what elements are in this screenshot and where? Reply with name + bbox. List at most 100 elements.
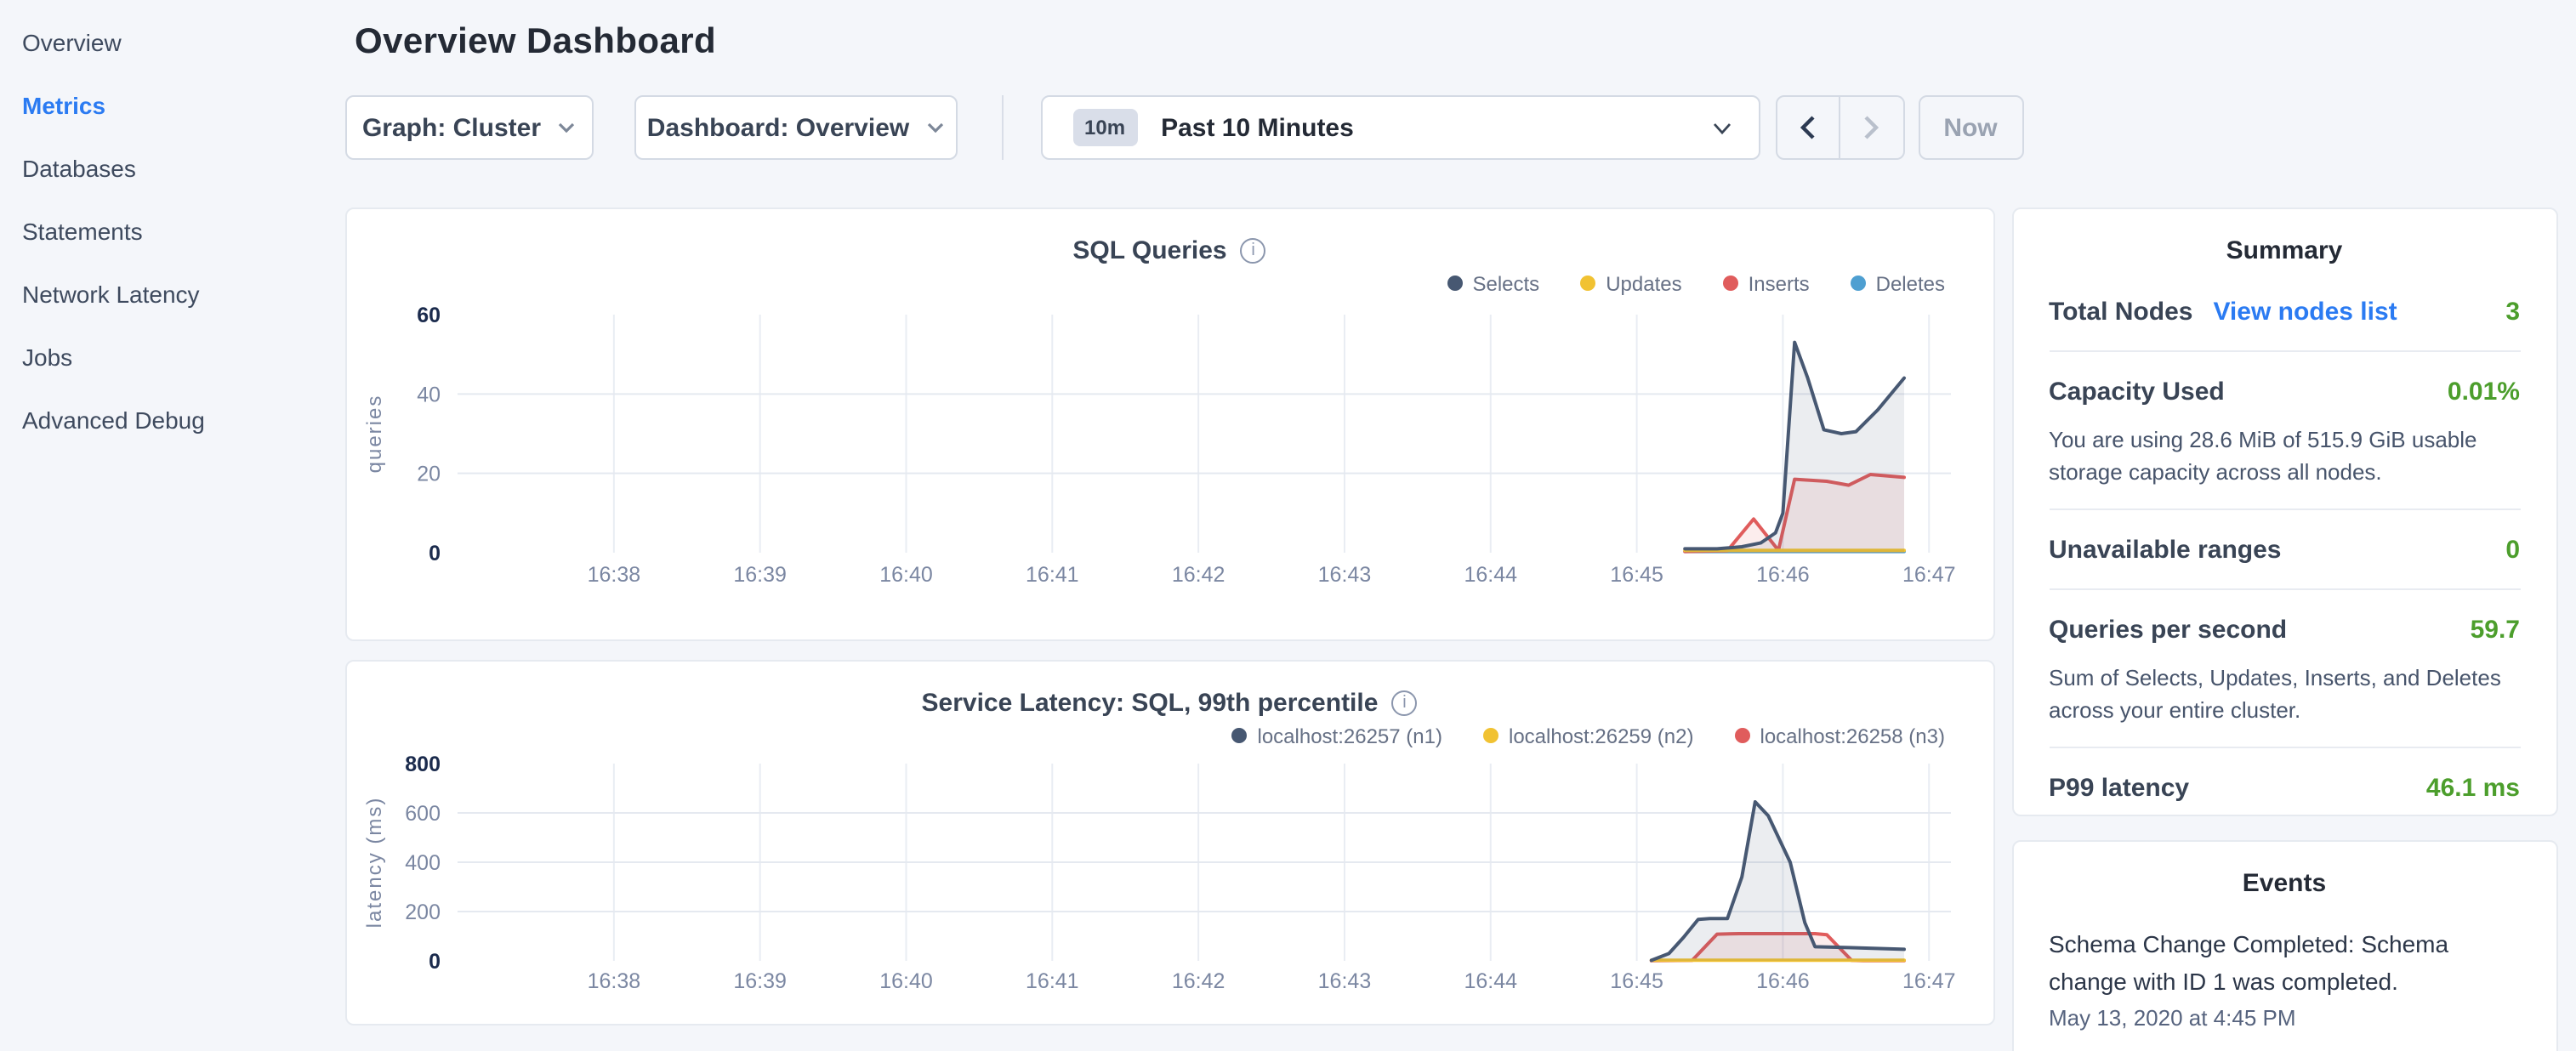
legend-dot: [1580, 276, 1595, 291]
legend-item[interactable]: Inserts: [1723, 271, 1810, 295]
divider: [2049, 350, 2520, 352]
summary-panel: Summary Total Nodes View nodes list 3 Ca…: [2011, 207, 2557, 816]
capacity-used-value: 0.01%: [2448, 377, 2520, 406]
sql-queries-chart: 020406016:3816:3916:4016:4116:4216:4316:…: [346, 298, 1993, 622]
time-prev-button[interactable]: [1775, 95, 1840, 160]
svg-text:16:41: 16:41: [1025, 563, 1078, 587]
svg-text:16:45: 16:45: [1609, 969, 1663, 993]
dashboard-dropdown[interactable]: Dashboard: Overview: [634, 95, 957, 160]
svg-text:400: 400: [404, 851, 440, 875]
svg-text:16:38: 16:38: [587, 969, 640, 993]
legend-item[interactable]: Deletes: [1851, 271, 1945, 295]
sidebar-item-statements[interactable]: Statements: [22, 199, 344, 262]
chevron-down-icon: [558, 122, 575, 133]
svg-text:200: 200: [404, 900, 440, 924]
legend-item[interactable]: Selects: [1447, 271, 1539, 295]
summary-row-total-nodes: Total Nodes View nodes list 3: [2049, 293, 2520, 330]
summary-row-qps: Queries per second 59.7: [2049, 611, 2520, 648]
svg-text:16:38: 16:38: [587, 563, 640, 587]
toolbar-divider: [1001, 95, 1003, 160]
svg-text:16:43: 16:43: [1317, 563, 1371, 587]
side-column: Summary Total Nodes View nodes list 3 Ca…: [2011, 207, 2557, 1051]
viewport: OverviewMetricsDatabasesStatementsNetwor…: [0, 0, 2576, 1051]
chevron-left-icon: [1800, 116, 1815, 139]
svg-text:16:46: 16:46: [1755, 563, 1809, 587]
events-title: Events: [2049, 869, 2520, 898]
legend-label: Selects: [1472, 271, 1539, 295]
svg-text:16:46: 16:46: [1755, 969, 1809, 993]
svg-text:16:44: 16:44: [1463, 563, 1516, 587]
qps-value: 59.7: [2471, 615, 2520, 644]
graph-dropdown[interactable]: Graph: Cluster: [344, 95, 593, 160]
legend-item[interactable]: localhost:26257 (n1): [1232, 724, 1443, 747]
time-next-button[interactable]: [1840, 95, 1904, 160]
sidebar-item-advanced-debug[interactable]: Advanced Debug: [22, 388, 344, 451]
unavailable-ranges-value: 0: [2505, 535, 2520, 564]
svg-text:16:40: 16:40: [879, 563, 932, 587]
svg-text:16:41: 16:41: [1025, 969, 1078, 993]
chart-title: SQL Queries: [1072, 236, 1226, 264]
legend-label: localhost:26258 (n3): [1760, 724, 1946, 747]
capacity-used-label: Capacity Used: [2049, 377, 2225, 406]
event-timestamp: May 13, 2020 at 4:45 PM: [2049, 1005, 2520, 1031]
legend-item[interactable]: Updates: [1580, 271, 1681, 295]
svg-text:600: 600: [404, 802, 440, 826]
svg-text:16:42: 16:42: [1171, 969, 1225, 993]
info-icon[interactable]: i: [1241, 237, 1266, 263]
graph-dropdown-label: Graph: Cluster: [362, 113, 541, 142]
sql-queries-chart-card: SQL Queries i Selects Updates Inserts Delet…: [344, 207, 1994, 641]
svg-text:800: 800: [404, 753, 440, 776]
sidebar-item-network-latency[interactable]: Network Latency: [22, 262, 344, 325]
svg-text:16:44: 16:44: [1463, 969, 1516, 993]
legend-dot: [1232, 728, 1248, 743]
unavailable-ranges-label: Unavailable ranges: [2049, 535, 2281, 564]
chevron-down-icon: [926, 122, 943, 133]
svg-text:16:45: 16:45: [1609, 563, 1663, 587]
chart-title-row: SQL Queries i: [346, 209, 1993, 269]
legend-dot: [1447, 276, 1462, 291]
now-button[interactable]: Now: [1918, 95, 2023, 160]
sidebar-item-databases[interactable]: Databases: [22, 136, 344, 199]
legend-dot: [1735, 728, 1750, 743]
svg-text:16:39: 16:39: [732, 969, 786, 993]
legend-label: Inserts: [1749, 271, 1810, 295]
svg-text:20: 20: [416, 463, 440, 486]
svg-text:0: 0: [428, 950, 440, 974]
svg-text:0: 0: [428, 542, 440, 565]
chevron-down-icon: [1712, 122, 1731, 134]
chart-title: Service Latency: SQL, 99th percentile: [922, 688, 1379, 717]
event-item[interactable]: Schema Change Completed: Schema change w…: [2049, 925, 2520, 1000]
summary-title: Summary: [2049, 236, 2520, 265]
events-panel: Events Schema Change Completed: Schema c…: [2011, 840, 2557, 1051]
time-range-dropdown[interactable]: 10m Past 10 Minutes: [1040, 95, 1760, 160]
sidebar-item-jobs[interactable]: Jobs: [22, 325, 344, 388]
legend-label: localhost:26259 (n2): [1509, 724, 1694, 747]
summary-row-unavailable-ranges: Unavailable ranges 0: [2049, 531, 2520, 568]
svg-text:16:47: 16:47: [1902, 969, 1955, 993]
sidebar-item-overview[interactable]: Overview: [22, 10, 344, 73]
content: SQL Queries i Selects Updates Inserts Delet…: [344, 207, 2557, 1051]
legend-item[interactable]: localhost:26258 (n3): [1735, 724, 1946, 747]
legend-dot: [1851, 276, 1866, 291]
toolbar: Graph: Cluster Dashboard: Overview 10m P…: [344, 95, 2557, 160]
page: OverviewMetricsDatabasesStatementsNetwor…: [0, 0, 2576, 1051]
view-nodes-list-link[interactable]: View nodes list: [2213, 297, 2397, 326]
sidebar-item-metrics[interactable]: Metrics: [22, 73, 344, 136]
legend-dot: [1723, 276, 1738, 291]
svg-text:16:40: 16:40: [879, 969, 932, 993]
time-range-badge: 10m: [1072, 109, 1137, 146]
svg-text:40: 40: [416, 383, 440, 406]
sidebar: OverviewMetricsDatabasesStatementsNetwor…: [0, 0, 344, 451]
info-icon[interactable]: i: [1391, 690, 1417, 715]
legend-item[interactable]: localhost:26259 (n2): [1483, 724, 1694, 747]
time-nav-group: [1775, 95, 1904, 160]
service-latency-chart-card: Service Latency: SQL, 99th percentile i …: [344, 660, 1994, 1025]
svg-text:queries: queries: [362, 395, 385, 474]
p99-latency-value: 46.1 ms: [2426, 773, 2520, 802]
chart-legend: Selects Updates Inserts Deletes: [346, 269, 1993, 298]
summary-row-capacity: Capacity Used 0.01%: [2049, 372, 2520, 410]
svg-text:16:47: 16:47: [1902, 563, 1955, 587]
svg-text:16:43: 16:43: [1317, 969, 1371, 993]
svg-text:60: 60: [416, 304, 440, 327]
qps-label: Queries per second: [2049, 615, 2287, 644]
